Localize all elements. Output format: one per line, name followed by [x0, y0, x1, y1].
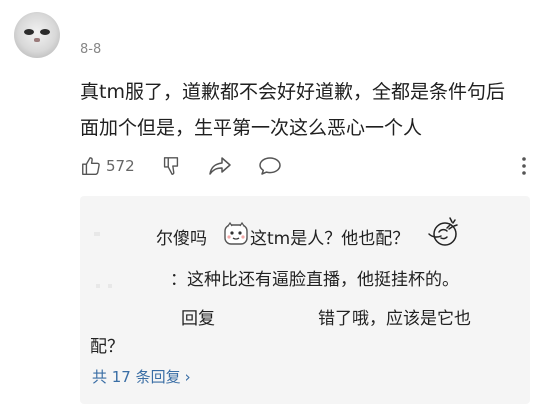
reply-3-text-b: 错了哦，应该是它也 — [318, 309, 471, 329]
comment-text: 真tm服了，道歉都不会好好道歉，全都是条件句后 面加个但是，生平第一次这么恶心一… — [80, 74, 530, 146]
avatar-eye-right — [40, 29, 50, 35]
like-count: 572 — [106, 157, 135, 175]
share-icon — [208, 155, 232, 177]
replies-box: 尔傻吗 这tm是人？他也配？ ：这种比还有逼脸直播，他挺挂杯的。 回复 错了哦，… — [80, 196, 530, 404]
comment-actions: 572 — [80, 153, 530, 179]
thumbs-up-icon — [80, 155, 102, 177]
reply-2-text: ：这种比还有逼脸直播，他挺挂杯的。 — [170, 270, 459, 290]
chevron-right-icon: › — [184, 368, 191, 386]
more-button[interactable] — [521, 153, 527, 179]
redaction-mark — [94, 232, 100, 236]
reply-3-text-c: 配？ — [90, 337, 124, 357]
share-button[interactable] — [208, 153, 232, 179]
reply-1-text-a: 尔傻吗 — [156, 229, 207, 249]
face-emoji-icon — [223, 221, 249, 251]
comment-icon — [258, 155, 282, 177]
redaction-mark — [108, 284, 112, 288]
view-all-replies-link[interactable]: 共 17 条回复 › — [92, 366, 191, 387]
facepalm-emoji-icon — [425, 214, 461, 254]
dislike-button[interactable] — [160, 153, 182, 179]
comment-text-line1: 真tm服了，道歉都不会好好道歉，全都是条件句后 — [80, 81, 505, 103]
comment-date: 8-8 — [80, 42, 102, 57]
comment-text-line2: 面加个但是，生平第一次这么恶心一个人 — [80, 117, 423, 139]
thumbs-down-icon — [160, 155, 182, 177]
avatar-nose — [34, 38, 40, 42]
view-all-replies-label: 共 17 条回复 — [92, 368, 181, 386]
avatar[interactable] — [14, 12, 60, 58]
comment-button[interactable] — [258, 153, 282, 179]
redaction-mark — [96, 284, 100, 288]
reply-3-text-a: 回复 — [181, 309, 215, 329]
more-vertical-icon — [521, 156, 527, 176]
reply-1-text-b: 这tm是人？他也配？ — [250, 229, 410, 249]
avatar-eye-left — [24, 29, 34, 35]
like-button[interactable]: 572 — [80, 153, 135, 179]
